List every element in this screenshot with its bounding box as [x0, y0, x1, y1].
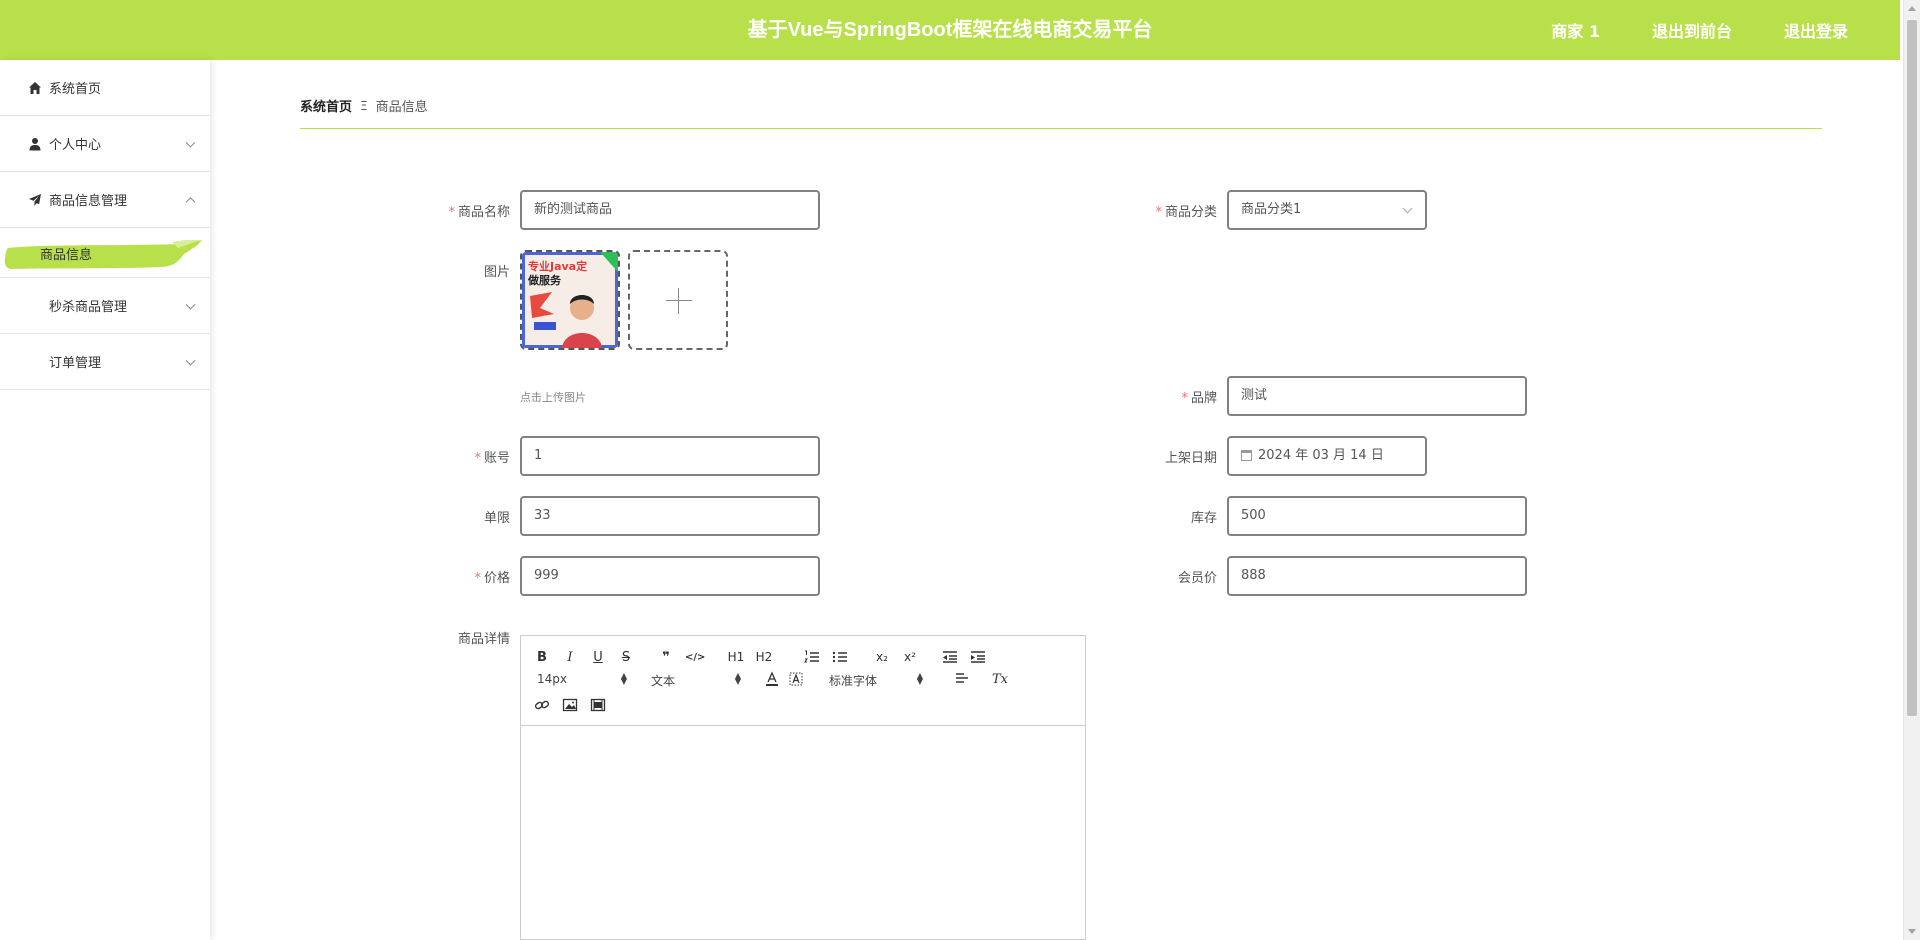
chevron-up-icon	[185, 196, 196, 207]
product-name-label: * 商品名称	[448, 205, 510, 220]
sidebar-item-home[interactable]: 系统首页	[0, 60, 210, 116]
stock-input[interactable]: 500	[1227, 496, 1527, 536]
grid-icon	[28, 299, 42, 313]
sidebar-subitem-product-info[interactable]: 商品信息	[0, 228, 210, 278]
product-category-select[interactable]: 商品分类1	[1227, 190, 1427, 230]
product-name-input[interactable]: 新的测试商品	[520, 190, 820, 230]
sidebar-item-label: 系统首页	[49, 82, 102, 97]
breadcrumb: 系统首页 Ξ 商品信息	[300, 96, 428, 116]
code-block-button[interactable]: </>	[685, 648, 705, 666]
background-color-icon[interactable]	[787, 670, 805, 688]
logout-link[interactable]: 退出登录	[1784, 18, 1848, 42]
strike-button[interactable]: S	[617, 648, 635, 666]
underline-button[interactable]: U	[589, 648, 607, 666]
bold-button[interactable]: B	[533, 648, 551, 666]
breadcrumb-separator: Ξ	[360, 98, 368, 113]
sidebar-item-label: 订单管理	[49, 356, 102, 371]
h2-button[interactable]: H2	[755, 648, 773, 666]
brand-label: * 品牌	[1181, 391, 1217, 406]
clear-format-button[interactable]: Tx	[991, 670, 1009, 688]
sidebar-subitem-label: 商品信息	[40, 248, 93, 263]
svg-text:专业Java定: 专业Java定	[528, 259, 587, 273]
grid-icon	[28, 355, 42, 369]
chevron-down-icon	[185, 137, 196, 148]
chevron-down-icon	[185, 355, 196, 366]
scroll-down-icon[interactable]	[1908, 929, 1916, 934]
select-updown-icon: ▲ ▼	[916, 671, 923, 686]
breadcrumb-home[interactable]: 系统首页	[300, 96, 352, 115]
sidebar-item-flash-sale[interactable]: 秒杀商品管理	[0, 278, 210, 334]
price-label: * 价格	[474, 571, 510, 586]
page-scrollbar[interactable]	[1903, 0, 1920, 940]
subscript-button[interactable]: x₂	[873, 648, 891, 666]
rich-text-editor: B I U S ❞ </> H1 H2 x₂ x² 14px ▲ ▼ 文本 ▲ ▼	[520, 635, 1086, 940]
superscript-button[interactable]: x²	[901, 648, 919, 666]
back-to-front-link[interactable]: 退出到前台	[1652, 18, 1732, 42]
upload-hint: 点击上传图片	[520, 391, 586, 404]
video-icon[interactable]	[589, 696, 607, 714]
ordered-list-icon[interactable]	[803, 648, 821, 666]
price-input[interactable]: 999	[520, 556, 820, 596]
h1-button[interactable]: H1	[727, 648, 745, 666]
scroll-up-icon[interactable]	[1908, 6, 1916, 11]
chevron-down-icon	[185, 299, 196, 310]
calendar-icon	[1241, 450, 1252, 461]
active-brush-highlight	[4, 240, 202, 269]
home-icon	[28, 81, 42, 95]
link-icon[interactable]	[533, 696, 551, 714]
image-label: 图片	[483, 265, 510, 280]
font-size-select[interactable]: 14px ▲ ▼	[537, 671, 627, 687]
listing-date-input[interactable]: 2024 年 03 月 14 日	[1227, 436, 1427, 476]
detail-label: 商品详情	[457, 632, 510, 647]
align-left-icon[interactable]	[953, 670, 971, 688]
breadcrumb-divider	[300, 128, 1822, 129]
svg-text:做服务: 做服务	[527, 273, 562, 287]
upload-add-button[interactable]	[628, 250, 728, 350]
limit-label: 单限	[483, 511, 510, 526]
merchant-user-link[interactable]: 商家 1	[1551, 18, 1600, 42]
breadcrumb-current: 商品信息	[375, 100, 428, 115]
brand-input[interactable]: 测试	[1227, 376, 1527, 416]
member-price-label: 会员价	[1177, 571, 1217, 586]
editor-content-area[interactable]	[521, 726, 1085, 939]
italic-button[interactable]: I	[561, 648, 579, 666]
blockquote-button[interactable]: ❞	[657, 648, 675, 666]
sidebar-item-label: 秒杀商品管理	[49, 300, 128, 315]
uploaded-image-thumbnail[interactable]: 专业Java定 做服务	[520, 250, 620, 350]
select-updown-icon: ▲ ▼	[620, 671, 627, 686]
limit-input[interactable]: 33	[520, 496, 820, 536]
sidebar-item-product-management[interactable]: 商品信息管理	[0, 172, 210, 228]
account-input[interactable]: 1	[520, 436, 820, 476]
top-header: 基于Vue与SpringBoot框架在线电商交易平台 商家 1 退出到前台 退出…	[0, 0, 1900, 60]
listing-date-label: 上架日期	[1164, 451, 1217, 466]
stock-label: 库存	[1190, 511, 1217, 526]
chevron-down-icon	[1402, 203, 1413, 214]
editor-toolbar: B I U S ❞ </> H1 H2 x₂ x² 14px ▲ ▼ 文本 ▲ ▼	[521, 636, 1085, 726]
user-icon	[28, 137, 42, 151]
send-icon	[28, 193, 42, 207]
select-updown-icon: ▲ ▼	[734, 671, 741, 686]
sidebar-item-label: 商品信息管理	[49, 194, 128, 209]
header-select[interactable]: 文本 ▲ ▼	[651, 672, 741, 689]
font-color-icon[interactable]	[763, 670, 781, 688]
sidebar: 系统首页 个人中心 商品信息管理 商品信息 秒杀商品管理 订单管理	[0, 60, 210, 940]
image-icon[interactable]	[561, 696, 579, 714]
scrollbar-thumb[interactable]	[1907, 20, 1917, 716]
indent-icon[interactable]	[969, 648, 987, 666]
sidebar-item-orders[interactable]: 订单管理	[0, 334, 210, 390]
account-label: * 账号	[474, 451, 510, 466]
bullet-list-icon[interactable]	[831, 648, 849, 666]
outdent-icon[interactable]	[941, 648, 959, 666]
sidebar-item-label: 个人中心	[49, 138, 102, 153]
header-nav: 商家 1 退出到前台 退出登录	[1551, 0, 1900, 60]
font-family-select[interactable]: 标准字体 ▲ ▼	[829, 672, 923, 689]
plus-icon	[666, 300, 692, 301]
product-category-label: * 商品分类	[1155, 205, 1217, 220]
member-price-input[interactable]: 888	[1227, 556, 1527, 596]
sidebar-item-personal-center[interactable]: 个人中心	[0, 116, 210, 172]
